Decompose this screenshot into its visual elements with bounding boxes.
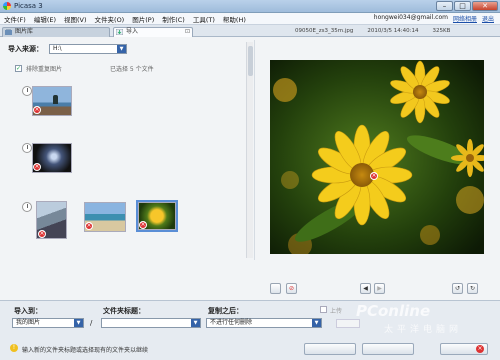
menu-edit[interactable]: 编辑(E) [30,14,60,24]
exclude-toggle-button[interactable]: ⊘ [286,283,297,294]
path-separator: / [90,319,93,327]
folder-title-label: 文件夹标题： [103,307,145,315]
after-copy-select[interactable]: 不进行任何删除 ▼ [206,318,322,328]
blank-button[interactable] [270,283,281,294]
after-copy-value: 不进行任何删除 [210,319,253,326]
exclude-badge-icon[interactable]: × [139,221,147,229]
minimize-button[interactable]: – [436,1,453,11]
title-bar: Picasa 3 – □ ✕ [0,0,500,13]
menu-help[interactable]: 帮助(H) [219,14,250,24]
selected-count: 已选择 5 个文件 [110,65,154,73]
menu-tools[interactable]: 工具(T) [189,14,219,24]
clock-icon [22,143,32,153]
previous-button[interactable]: ◀ [360,283,371,294]
preview-image: × [270,60,484,254]
import-all-button[interactable] [362,343,414,355]
menu-folder[interactable]: 文件夹(O) [91,14,129,24]
library-icon [5,29,12,35]
pane-divider [254,40,255,260]
chevron-down-icon: ▼ [312,319,321,327]
thumbnail-scrollbar[interactable] [246,42,253,258]
cancel-icon: × [476,345,484,353]
status-hint: 输入新的文件夹标题或选择现有的文件夹以继续 [22,347,149,354]
import-source-select[interactable]: H:\ ▼ [49,44,127,54]
clock-icon [22,202,32,212]
import-selected-button[interactable] [304,343,356,355]
menu-bar: 文件(F) 编辑(E) 视图(V) 文件夹(O) 图片(P) 制作(C) 工具(… [0,13,500,25]
import-from-label: 导入来源： [8,45,43,53]
menu-file[interactable]: 文件(F) [0,14,30,24]
exclude-badge-icon[interactable]: × [33,163,41,171]
exclude-icon: ⊘ [288,285,295,292]
tab-library[interactable]: 图片库 [2,27,110,37]
menu-picture[interactable]: 图片(P) [128,14,158,24]
import-to-value: 我的图片 [16,319,41,326]
preview-date: 2010/3/5 14:40:14 [367,28,419,34]
chevron-down-icon: ▼ [117,45,126,53]
folder-title-input[interactable]: ▼ [101,318,201,328]
rotate-left-button[interactable]: ↺ [452,283,463,294]
window-title: Picasa 3 [14,2,43,10]
tab-import-label: 导入 [126,28,139,35]
upload-checkbox[interactable] [320,306,327,313]
menu-create[interactable]: 制作(C) [158,14,189,24]
close-button[interactable]: ✕ [472,1,498,11]
exclude-badge-icon[interactable]: × [38,230,46,238]
next-button[interactable]: ▶ [374,283,385,294]
info-icon: ! [10,344,18,352]
after-copy-label: 复制之后： [208,307,243,315]
chevron-down-icon: ▼ [74,319,83,327]
maximize-button[interactable]: □ [454,1,471,11]
import-to-label: 导入到： [14,307,42,315]
import-icon [116,29,123,35]
exclude-duplicates-checkbox[interactable]: ✓ [15,64,22,72]
upload-label: 上传 [330,308,343,315]
tab-close-icon[interactable]: ⊡ [185,28,190,36]
exclude-badge-icon[interactable]: × [33,106,41,114]
preview-filename: 09050E_zs3_35m.jpg [295,28,354,34]
preview-size: 325KB [432,28,451,34]
exclude-duplicates-label: 排除重复图片 [26,65,63,73]
preview-meta: 09050E_zs3_35m.jpg 2010/3/5 14:40:14 325… [295,28,450,34]
web-albums-link[interactable]: 网络相册 [453,14,477,23]
flower-photo [270,60,484,254]
watermark-subtitle: 太平洋电脑网 [384,325,463,335]
menu-view[interactable]: 视图(V) [60,14,91,24]
finish-button[interactable]: × [440,343,488,355]
clock-icon [22,86,32,96]
chevron-down-icon: ▼ [191,319,200,327]
import-source-value: H:\ [53,45,62,52]
import-to-select[interactable]: 我的图片 ▼ [12,318,84,328]
tab-import[interactable]: 导入 ⊡ [113,27,193,37]
picasa-logo-icon [3,2,11,10]
exclude-badge-icon[interactable]: × [85,222,93,230]
upload-option-select[interactable] [336,319,360,328]
watermark-logo: PConline [356,302,431,320]
tab-library-label: 图片库 [15,28,34,35]
sign-out-link[interactable]: 退出 [482,14,494,23]
account-email: hongwei034@gmail.com [373,14,448,21]
exclude-badge-icon[interactable]: × [370,172,378,180]
rotate-right-button[interactable]: ↻ [467,283,478,294]
